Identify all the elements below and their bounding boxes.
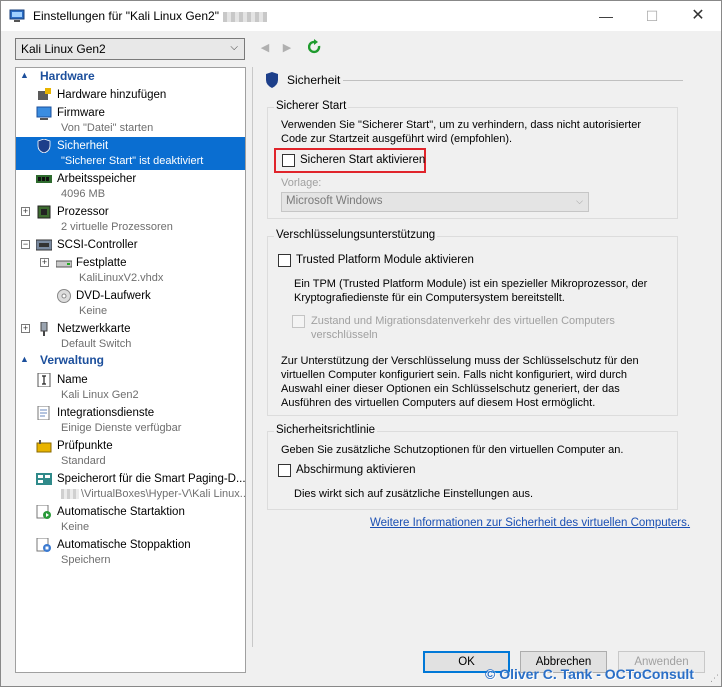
hard-disk-icon (56, 260, 72, 268)
redacted-path-part (61, 489, 79, 500)
auto-start-icon (36, 505, 51, 519)
policy-description: Geben Sie zusätzliche Schutzoptionen für… (281, 444, 624, 456)
encryption-note-1: Zur Unterstützung der Verschlüsselung mu… (281, 355, 639, 367)
name-icon (37, 373, 51, 387)
settings-tree: ▲ Hardware Hardware hinzufügen Firmware … (15, 67, 246, 673)
expand-icon[interactable]: + (21, 324, 30, 333)
shield-icon (37, 139, 51, 153)
group-title: Verschlüsselungsunterstützung (274, 229, 438, 241)
settings-window: Einstellungen für "Kali Linux Gen2" — ☐ … (0, 0, 722, 687)
section-hardware[interactable]: ▲ Hardware (16, 69, 245, 85)
tpm-description-2: Kryptografiedienste für ein Computersyst… (294, 292, 565, 304)
settings-content: Sicherheit Sicherer Start Verwenden Sie … (252, 67, 722, 647)
tree-item-name[interactable]: Name Kali Linux Gen2 (16, 371, 245, 404)
firmware-icon (36, 106, 52, 120)
back-arrow-icon[interactable]: ◀ (258, 41, 272, 55)
window-title: Einstellungen für "Kali Linux Gen2" (33, 9, 267, 23)
tree-item-network-adapter[interactable]: + Netzwerkkarte Default Switch (16, 320, 245, 353)
migration-encryption-label-1: Zustand und Migrationsdatenverkehr des v… (311, 315, 615, 327)
scsi-controller-icon (36, 239, 52, 251)
divider (343, 80, 683, 81)
tree-item-auto-stop[interactable]: Automatische Stoppaktion Speichern (16, 536, 245, 569)
tree-item-auto-start[interactable]: Automatische Startaktion Keine (16, 503, 245, 536)
group-encryption: Verschlüsselungsunterstützung Trusted Pl… (267, 229, 678, 416)
vm-selector[interactable]: Kali Linux Gen2 ⌵ (15, 38, 245, 60)
encryption-note-3: Auswahl einer dieser Optionen ein Schlüs… (281, 383, 620, 395)
tree-item-add-hardware[interactable]: Hardware hinzufügen (16, 86, 245, 103)
integration-services-icon (37, 406, 50, 420)
secure-boot-description-2: Code zur Startzeit ausgeführt wird (empf… (281, 133, 513, 145)
processor-icon (37, 205, 51, 219)
title-bar: Einstellungen für "Kali Linux Gen2" — ☐ … (1, 1, 721, 31)
group-title: Sicherer Start (274, 100, 349, 112)
encryption-note-4: Ausführen des virtuellen Computers auf d… (281, 397, 596, 409)
tree-item-firmware[interactable]: Firmware Von "Datei" starten (16, 104, 245, 137)
hyper-v-icon (9, 9, 25, 22)
tree-item-smart-paging[interactable]: Speicherort für die Smart Paging-D... \V… (16, 470, 245, 503)
collapse-icon[interactable]: − (21, 240, 30, 249)
shielding-checkbox[interactable] (278, 464, 291, 477)
tpm-checkbox[interactable] (278, 254, 291, 267)
tree-item-checkpoints[interactable]: Prüfpunkte Standard (16, 437, 245, 470)
tree-item-dvd-drive[interactable]: DVD-Laufwerk Keine (16, 287, 245, 320)
template-select[interactable]: Microsoft Windows ⌵ (281, 192, 589, 212)
section-management[interactable]: ▲ Verwaltung (16, 353, 245, 369)
secure-boot-description-1: Verwenden Sie "Sicherer Start", um zu ve… (281, 119, 641, 131)
tree-item-scsi-controller[interactable]: − SCSI-Controller (16, 236, 245, 253)
auto-stop-icon (36, 538, 51, 552)
page-title: Sicherheit (287, 73, 341, 87)
resize-grip-icon[interactable]: ⋰ (710, 673, 719, 684)
chevron-down-icon: ⌵ (576, 196, 583, 206)
group-title: Sicherheitsrichtlinie (274, 424, 378, 436)
checkpoints-icon (36, 440, 52, 453)
tree-item-integration-services[interactable]: Integrationsdienste Einige Dienste verfü… (16, 404, 245, 437)
network-adapter-icon (40, 322, 48, 336)
tree-item-security[interactable]: Sicherheit "Sicherer Start" ist deaktivi… (16, 137, 245, 170)
encryption-note-2: virtuellen Computer konfiguriert sein. F… (281, 369, 628, 381)
watermark: © Oliver C. Tank - OCToConsult (485, 666, 694, 682)
migration-encryption-label-2: verschlüsseln (311, 329, 378, 341)
tpm-checkbox-label[interactable]: Trusted Platform Module aktivieren (296, 254, 474, 266)
collapse-chevron-icon[interactable]: ▲ (20, 354, 29, 364)
chevron-down-icon: ⌵ (230, 42, 238, 53)
shielding-checkbox-label[interactable]: Abschirmung aktivieren (296, 464, 416, 476)
smart-paging-icon (36, 473, 52, 485)
more-info-link[interactable]: Weitere Informationen zur Sicherheit des… (370, 517, 690, 529)
tpm-description-1: Ein TPM (Trusted Platform Module) ist ei… (294, 278, 648, 290)
refresh-icon[interactable] (308, 39, 322, 55)
migration-encryption-checkbox[interactable] (292, 315, 305, 328)
expand-icon[interactable]: + (21, 207, 30, 216)
collapse-chevron-icon[interactable]: ▲ (20, 70, 29, 80)
tree-item-hard-disk[interactable]: + Festplatte KaliLinuxV2.vhdx (16, 254, 245, 287)
minimize-button[interactable]: — (583, 1, 629, 31)
template-label: Vorlage: (281, 177, 322, 189)
maximize-button[interactable]: ☐ (629, 1, 675, 31)
dvd-drive-icon (57, 289, 71, 303)
memory-icon (36, 175, 52, 183)
secure-boot-checkbox-label[interactable]: Sicheren Start aktivieren (300, 154, 425, 166)
expand-icon[interactable]: + (40, 258, 49, 267)
vm-selector-value: Kali Linux Gen2 (21, 42, 106, 56)
secure-boot-checkbox[interactable] (282, 154, 295, 167)
close-button[interactable]: ✕ (675, 1, 721, 31)
shield-icon (266, 72, 278, 88)
group-secure-boot: Sicherer Start Verwenden Sie "Sicherer S… (267, 100, 678, 219)
group-security-policy: Sicherheitsrichtlinie Geben Sie zusätzli… (267, 424, 678, 510)
tree-item-memory[interactable]: Arbeitsspeicher 4096 MB (16, 170, 245, 203)
hardware-add-icon (38, 88, 51, 100)
forward-arrow-icon[interactable]: ▶ (280, 41, 294, 55)
redacted-title-part (222, 11, 267, 22)
shielding-note: Dies wirkt sich auf zusätzliche Einstell… (294, 488, 534, 500)
tree-item-processor[interactable]: + Prozessor 2 virtuelle Prozessoren (16, 203, 245, 236)
